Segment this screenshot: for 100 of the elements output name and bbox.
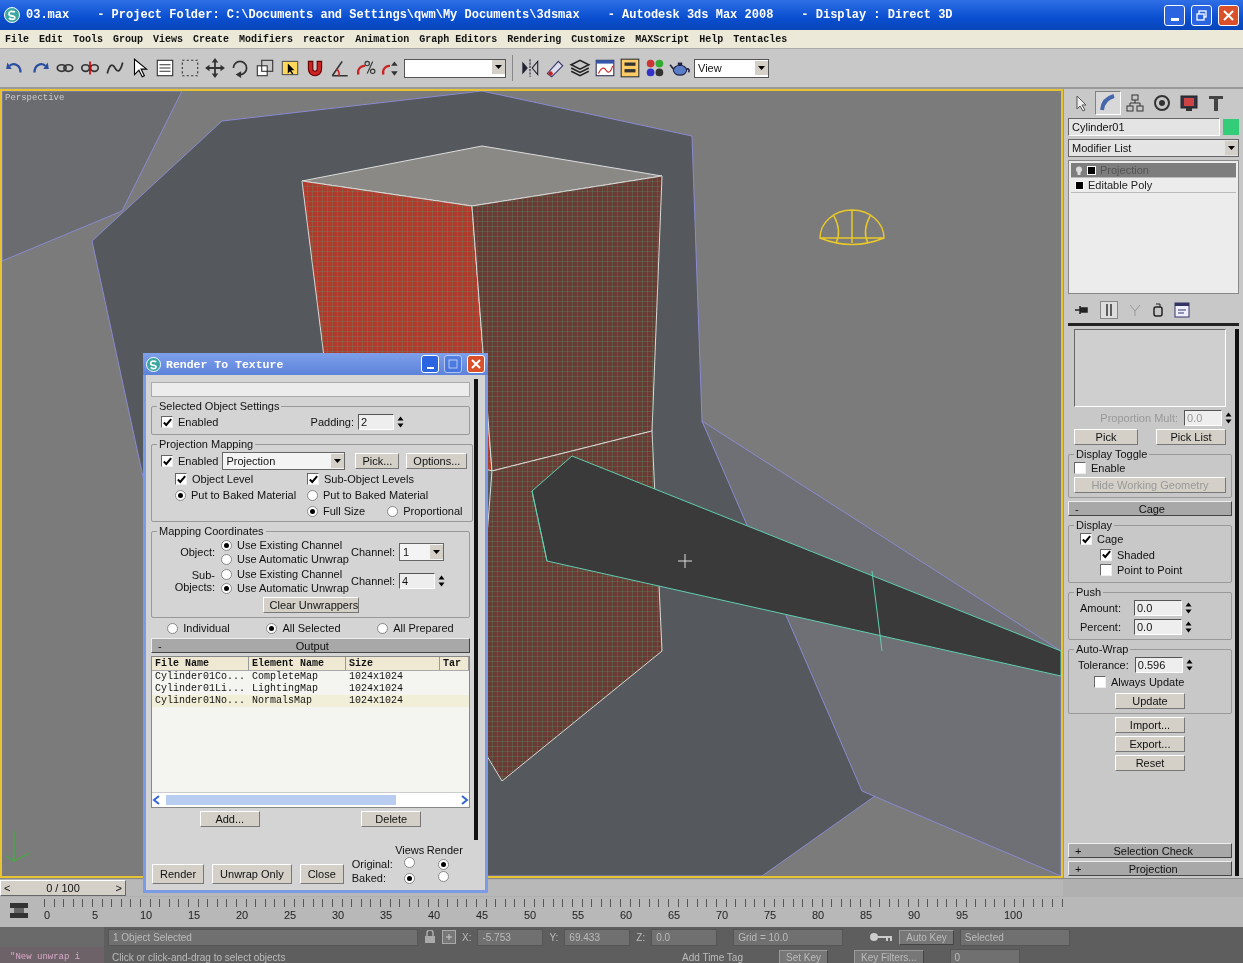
layers-icon[interactable] [569,57,591,79]
horizontal-scrollbar[interactable] [152,792,469,807]
dialog-button[interactable]: Render [152,864,205,884]
spinner-icon[interactable] [397,415,404,429]
checkbox[interactable] [307,473,319,485]
close-button[interactable] [1218,4,1239,26]
spinner-icon[interactable] [1185,620,1192,634]
table-row[interactable]: Cylinder01Co... CompleteMap 1024x1024 [152,671,469,683]
radio-button[interactable] [221,539,232,551]
checkbox[interactable] [161,416,173,428]
maximize-button[interactable] [444,355,462,373]
menu-item[interactable]: Help [699,33,724,45]
track-bar-icon[interactable] [8,901,30,921]
render-type-dropdown[interactable]: View [694,58,769,78]
channel-dropdown[interactable]: 1 [399,543,445,561]
pick-button[interactable]: Pick... [355,453,400,469]
checkbox[interactable] [175,473,187,485]
menu-item[interactable]: Tools [73,33,104,45]
column-header[interactable]: Size [346,657,440,670]
column-header[interactable]: Element Name [249,657,346,670]
curve-editor-icon[interactable] [594,57,616,79]
restore-button[interactable] [1191,4,1212,26]
schematic-icon[interactable] [619,57,641,79]
lock-icon[interactable] [424,930,436,944]
pin-icon[interactable] [1074,303,1090,317]
object-name-field[interactable]: Cylinder01 [1068,118,1220,136]
dialog-button[interactable]: Close [299,864,344,884]
menu-item[interactable]: Modifiers [239,33,294,45]
rollout-header[interactable]: - Output [151,638,470,653]
menu-item[interactable]: Edit [39,33,64,45]
menu-item[interactable]: reactor [303,33,346,45]
checkbox[interactable] [1100,548,1112,561]
clear-unwrappers-button[interactable]: Clear Unwrappers [262,597,359,613]
listener-field[interactable] [0,927,104,947]
scale-icon[interactable] [254,57,276,79]
panel-button[interactable]: Import... [1115,717,1185,733]
radio-button[interactable] [307,489,318,501]
menu-item[interactable]: Group [113,33,144,45]
checkbox[interactable] [161,455,173,467]
modifier-list-dropdown[interactable]: Modifier List [1068,139,1239,157]
update-button[interactable]: Update [1115,693,1185,709]
spinner-icon[interactable] [438,574,446,588]
menu-item[interactable]: File [5,33,29,45]
bent-tube-icon[interactable] [1095,91,1121,115]
radio-button[interactable] [387,505,399,517]
menu-item[interactable]: Graph Editors [419,33,498,45]
configure-sets-icon[interactable] [1174,302,1190,318]
table-row[interactable]: Cylinder01Li... LightingMap 1024x1024 [152,683,469,695]
rollout-header[interactable]: + Selection Check [1068,843,1232,858]
move-arrows-icon[interactable] [204,57,226,79]
radio-button[interactable] [266,622,278,634]
column-header[interactable]: Tar [440,657,469,670]
options-button[interactable]: Options... [406,453,468,469]
menu-item[interactable]: Create [193,33,230,45]
rollout-header[interactable]: - Cage [1068,501,1232,516]
number-field[interactable]: 2 [358,414,394,430]
spinner-icon[interactable] [1225,411,1232,425]
stack-item[interactable]: Editable Poly [1071,178,1236,193]
pipe-icon[interactable] [1100,301,1118,319]
checkbox[interactable] [1094,676,1106,688]
column-header[interactable]: File Name [152,657,249,670]
spinner-icon[interactable] [1185,658,1193,672]
radio-button[interactable] [438,859,450,870]
selection-set-field[interactable] [404,58,506,78]
minimize-button[interactable] [421,355,439,373]
table-row[interactable]: Cylinder01No... NormalsMap 1024x1024 [152,695,469,707]
number-field[interactable]: 4 [399,573,436,589]
light-bulb-icon[interactable] [1075,165,1083,175]
pick-button[interactable]: Pick [1074,429,1138,445]
radio-button[interactable] [307,505,318,517]
radio-button[interactable] [167,622,179,634]
dashed-square-icon[interactable] [179,57,201,79]
mirror-icon[interactable] [519,57,541,79]
radio-button[interactable] [404,857,416,868]
radio-button[interactable] [221,553,232,565]
rollout-header[interactable]: + Projection [1068,861,1232,876]
menu-item[interactable]: MAXScript [635,33,690,45]
number-field[interactable]: 0.596 [1134,657,1183,673]
key-icon[interactable] [869,931,894,943]
radio-button[interactable] [377,622,389,634]
panel-button[interactable]: Reset [1115,755,1185,771]
dialog-button[interactable]: Unwrap Only [212,864,292,884]
checkbox[interactable] [1080,533,1092,545]
trash-can-icon[interactable] [1152,303,1164,317]
close-button[interactable] [467,355,485,373]
number-field[interactable]: 0.0 [1134,600,1182,616]
radio-button[interactable] [221,568,232,580]
radio-button[interactable] [221,582,232,594]
delete-button[interactable]: Delete [361,811,422,827]
panel-button[interactable]: Export... [1115,736,1185,752]
radio-button[interactable] [404,873,416,884]
menu-item[interactable]: Tentacles [733,33,788,45]
material-spheres-icon[interactable] [644,57,666,79]
projection-dropdown[interactable]: Projection [222,452,346,470]
spinner-icon[interactable] [1185,601,1192,615]
radio-button[interactable] [175,489,186,501]
menu-item[interactable]: Views [153,33,184,45]
checkbox[interactable] [1074,462,1086,474]
radio-button[interactable] [438,871,450,882]
object-color-swatch[interactable] [1223,119,1239,135]
